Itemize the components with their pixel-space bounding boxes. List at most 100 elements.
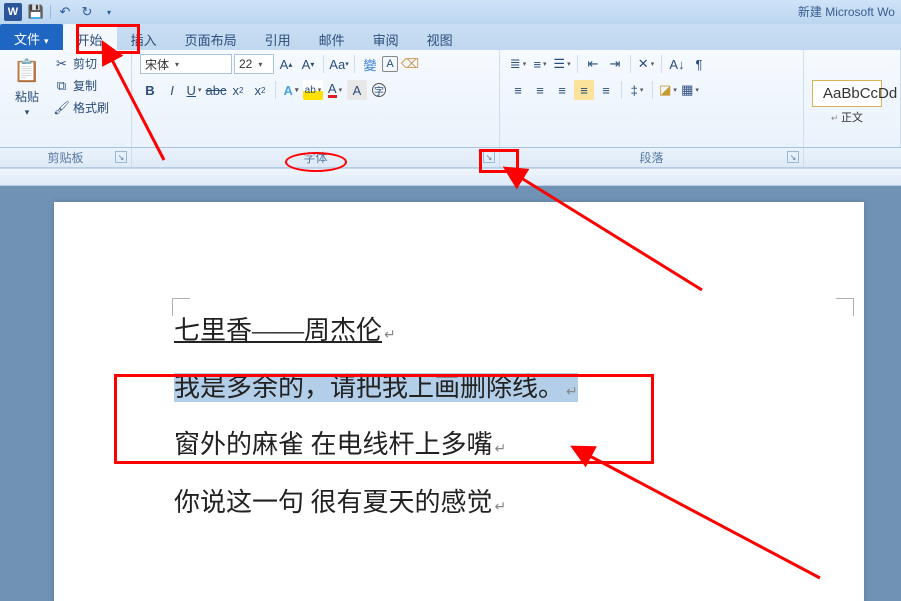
align-left-button[interactable]: ≡	[508, 80, 528, 100]
group-font: 宋体▾ 22▾ A▴ A▾ Aa▾ 變 A ⌫ B I U abc x2	[132, 50, 500, 147]
copy-button[interactable]: ⧉ 复制	[52, 76, 111, 95]
phonetic-guide-button[interactable]: 變	[360, 54, 380, 74]
tab-references[interactable]: 引用	[251, 24, 305, 50]
copy-icon: ⧉	[54, 78, 69, 93]
asian-layout-button[interactable]: ✕	[636, 54, 656, 74]
ruler[interactable]	[0, 168, 901, 186]
paste-dropdown-icon[interactable]: ▾	[25, 107, 30, 118]
doc-title-line[interactable]: 七里香——周杰伦	[174, 302, 744, 359]
font-name-value: 宋体	[145, 56, 169, 73]
tab-view[interactable]: 视图	[413, 24, 467, 50]
align-right-button[interactable]: ≡	[552, 80, 572, 100]
superscript-button[interactable]: x2	[250, 80, 270, 100]
font-size-value: 22	[239, 57, 252, 71]
group-label-font-text: 字体	[303, 149, 327, 166]
group-label-styles	[804, 148, 901, 167]
character-shading-button[interactable]: A	[347, 80, 367, 100]
text-effects-button[interactable]: A	[281, 80, 301, 100]
shrink-font-button[interactable]: A▾	[298, 54, 318, 74]
group-label-clipboard: 剪贴板 ↘	[0, 148, 132, 167]
bold-button[interactable]: B	[140, 80, 160, 100]
save-icon[interactable]: 💾	[28, 4, 44, 20]
shading-button[interactable]: ◪	[658, 80, 678, 100]
font-color-button[interactable]: A	[325, 80, 345, 100]
clipboard-launcher[interactable]: ↘	[115, 151, 127, 163]
align-center-button[interactable]: ≡	[530, 80, 550, 100]
increase-indent-button[interactable]: ⇥	[605, 54, 625, 74]
separator	[630, 55, 631, 73]
format-painter-label: 格式刷	[73, 99, 109, 116]
doc-line-selected[interactable]: 我是多余的，请把我上画删除线。	[174, 359, 744, 416]
ribbon: 📋 粘贴 ▾ ✂剪切 ⧉复制 🖌格式刷 宋体▾ 22▾ A▴ A▾ Aa▾	[0, 50, 901, 148]
cut-button[interactable]: ✂剪切	[52, 54, 111, 73]
paste-label: 粘贴	[15, 88, 39, 105]
tab-mailings[interactable]: 邮件	[305, 24, 359, 50]
clear-formatting-button[interactable]: ⌫	[400, 54, 420, 74]
group-clipboard: 📋 粘贴 ▾ ✂剪切 ⧉ 复制 🖌 格式刷	[0, 50, 132, 147]
doc-line-selected-text: 我是多余的，请把我上画删除线。	[174, 373, 578, 402]
sort-button[interactable]: A↓	[667, 54, 687, 74]
format-painter-button[interactable]: 🖌 格式刷	[52, 98, 111, 117]
doc-line-3[interactable]: 窗外的麻雀 在电线杆上多嘴	[174, 416, 744, 473]
numbering-button[interactable]: ≡	[530, 54, 550, 74]
underline-button[interactable]: U	[184, 80, 204, 100]
borders-button[interactable]: ▦	[680, 80, 700, 100]
window-title: 新建 Microsoft Wo	[798, 3, 895, 20]
margin-corner-tl	[172, 298, 190, 316]
separator	[621, 81, 622, 99]
redo-icon[interactable]: ↻	[79, 4, 95, 20]
font-launcher[interactable]: ↘	[483, 151, 495, 163]
tab-review[interactable]: 审阅	[359, 24, 413, 50]
word-icon: W	[4, 3, 22, 21]
format-painter-icon: 🖌	[54, 100, 69, 115]
copy-label: 复制	[73, 77, 97, 94]
titlebar: W 💾 ↶ ↻ ▾ 新建 Microsoft Wo	[0, 0, 901, 24]
highlight-button[interactable]: ab	[303, 80, 323, 100]
group-label-font: 字体 ↘	[132, 148, 500, 167]
doc-line-4[interactable]: 你说这一句 很有夏天的感觉	[174, 474, 744, 531]
paragraph-launcher[interactable]: ↘	[787, 151, 799, 163]
margin-corner-tr	[836, 298, 854, 316]
decrease-indent-button[interactable]: ⇤	[583, 54, 603, 74]
subscript-button[interactable]: x2	[228, 80, 248, 100]
font-name-combo[interactable]: 宋体▾	[140, 54, 232, 74]
enclose-characters-button[interactable]: 字	[369, 80, 389, 100]
tab-home[interactable]: 开始	[63, 24, 117, 50]
doc-line-3-text: 窗外的麻雀 在电线杆上多嘴	[174, 430, 493, 459]
group-label-clipboard-text: 剪贴板	[47, 149, 83, 166]
doc-line-4-text: 你说这一句 很有夏天的感觉	[174, 488, 493, 517]
page[interactable]: 七里香——周杰伦 我是多余的，请把我上画删除线。 窗外的麻雀 在电线杆上多嘴 你…	[54, 202, 864, 601]
character-border-button[interactable]: A	[382, 56, 398, 72]
qat-dropdown-icon[interactable]: ▾	[101, 4, 117, 20]
bullets-button[interactable]: ≣	[508, 54, 528, 74]
separator	[354, 55, 355, 73]
change-case-button[interactable]: Aa▾	[329, 54, 349, 74]
multilevel-list-button[interactable]: ☰	[552, 54, 572, 74]
italic-button[interactable]: I	[162, 80, 182, 100]
paste-button[interactable]: 📋 粘贴 ▾	[8, 54, 46, 120]
style-preview-normal[interactable]: AaBbCcDd	[812, 80, 882, 107]
cut-icon: ✂	[54, 56, 69, 71]
separator	[661, 55, 662, 73]
group-labels-row: 剪贴板 ↘ 字体 ↘ 段落 ↘	[0, 148, 901, 168]
undo-icon[interactable]: ↶	[57, 4, 73, 20]
group-paragraph: ≣ ≡ ☰ ⇤ ⇥ ✕ A↓ ¶ ≡ ≡ ≡ ≡ ≡	[500, 50, 804, 147]
separator	[652, 81, 653, 99]
tab-file[interactable]: 文件	[0, 24, 63, 50]
group-label-paragraph-text: 段落	[639, 149, 663, 166]
tab-insert[interactable]: 插入	[117, 24, 171, 50]
separator	[275, 81, 276, 99]
distributed-button[interactable]: ≡	[596, 80, 616, 100]
show-hide-marks-button[interactable]: ¶	[689, 54, 709, 74]
strikethrough-button[interactable]: abc	[206, 80, 226, 100]
separator	[323, 55, 324, 73]
style-name-normal: 正文	[831, 109, 863, 125]
grow-font-button[interactable]: A▴	[276, 54, 296, 74]
ribbon-tabs: 文件 开始 插入 页面布局 引用 邮件 审阅 视图	[0, 24, 901, 50]
line-spacing-button[interactable]: ‡	[627, 80, 647, 100]
separator	[577, 55, 578, 73]
doc-title-text: 七里香——周杰伦	[174, 316, 382, 345]
font-size-combo[interactable]: 22▾	[234, 54, 274, 74]
tab-page-layout[interactable]: 页面布局	[171, 24, 251, 50]
justify-button[interactable]: ≡	[574, 80, 594, 100]
